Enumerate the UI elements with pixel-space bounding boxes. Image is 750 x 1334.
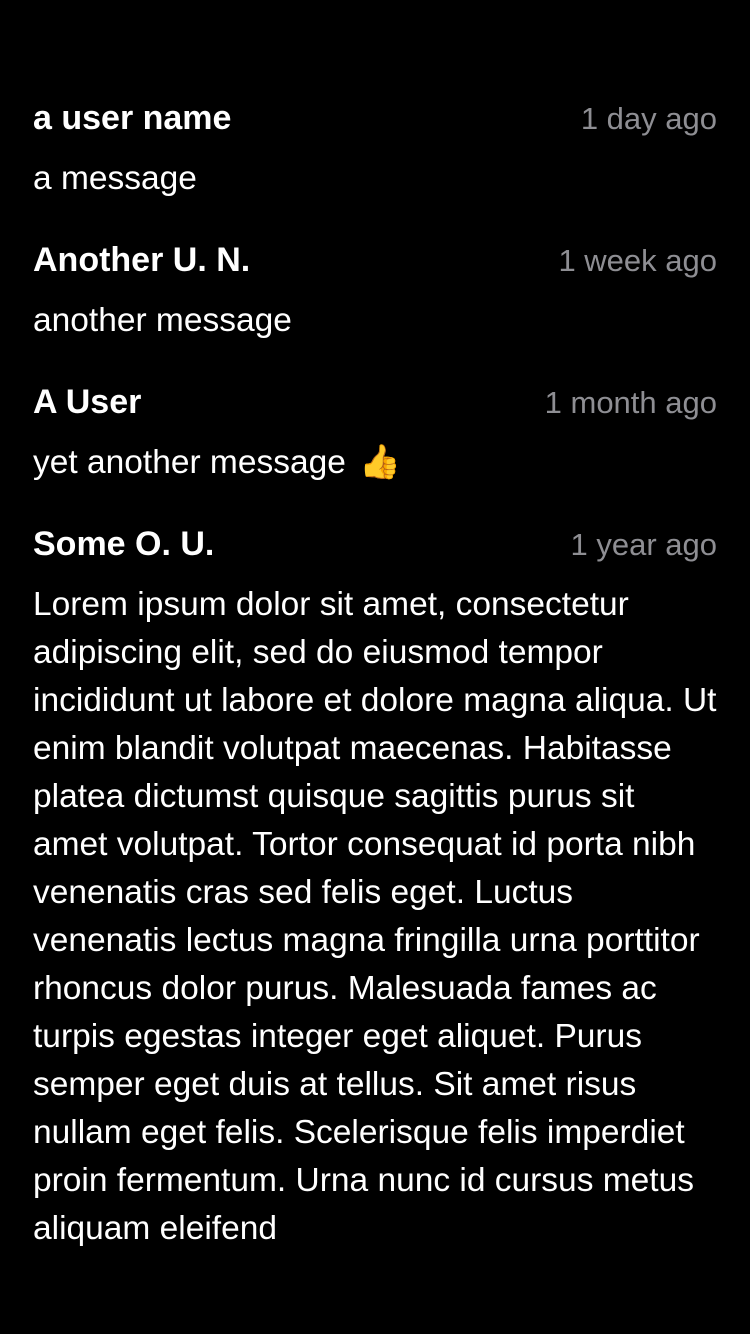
comment-header: Another U. N. 1 week ago [33,237,717,283]
timestamp: 1 day ago [580,101,717,136]
user-name: Another U. N. [33,241,251,279]
comment-list: a user name 1 day ago a message Another … [33,95,717,1287]
timestamp: 1 year ago [570,527,718,562]
comment-item: Another U. N. 1 week ago another message [33,237,717,345]
message-row: yet another message 👍 [33,439,717,487]
user-name: a user name [33,99,232,137]
message-text: another message [33,302,292,339]
user-name: Some O. U. [33,525,215,563]
thumbs-up-emoji: 👍 [359,444,401,481]
comment-item: a user name 1 day ago a message [33,95,717,203]
message-text: yet another message [33,444,346,481]
comment-item: A User 1 month ago yet another message 👍 [33,379,717,487]
message-text: Lorem ipsum dolor sit amet, consectetur … [33,586,717,1247]
timestamp: 1 month ago [544,385,717,420]
message-text: a message [33,160,197,197]
comment-header: A User 1 month ago [33,379,717,425]
user-name: A User [33,383,142,421]
comment-header: a user name 1 day ago [33,95,717,141]
timestamp: 1 week ago [558,243,717,278]
comment-item: Some O. U. 1 year ago Lorem ipsum dolor … [33,521,717,1253]
comment-header: Some O. U. 1 year ago [33,521,717,567]
